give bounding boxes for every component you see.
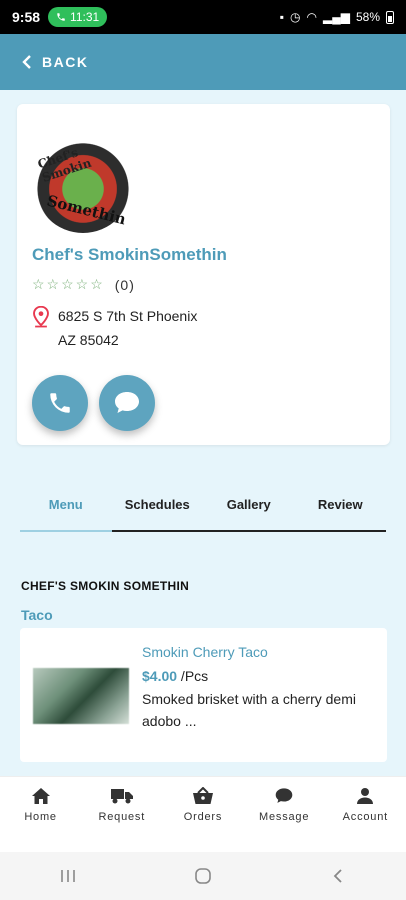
- nav-label: Account: [342, 811, 389, 823]
- notification-icon: ▪: [279, 10, 285, 24]
- price-unit: /Pcs: [177, 668, 209, 684]
- alarm-icon: ◷: [290, 10, 301, 24]
- phone-icon: [50, 393, 70, 413]
- message-button[interactable]: [99, 375, 155, 431]
- nav-home[interactable]: Home: [1, 787, 81, 823]
- wifi-icon: ◠: [306, 10, 317, 24]
- address-line-2: AZ 85042: [58, 332, 119, 348]
- tab-bar: Menu Schedules Gallery Review: [20, 488, 386, 532]
- battery-icon: [386, 10, 394, 24]
- call-button[interactable]: [32, 375, 88, 431]
- chat-bubble-icon: [115, 392, 139, 413]
- recent-apps-button[interactable]: [48, 861, 88, 891]
- chef-logo: Chef's Smokin Somethin: [34, 135, 132, 233]
- signal-icon: ▂▄▆: [323, 10, 350, 24]
- call-time: 11:31: [70, 10, 100, 24]
- rating: ☆☆☆☆☆ (0): [32, 276, 135, 293]
- system-nav-bar: [0, 852, 406, 900]
- tab-review[interactable]: Review: [295, 488, 387, 530]
- price-amount: $4.00: [142, 668, 178, 684]
- home-icon: [31, 788, 50, 804]
- location-pin-icon: [33, 306, 49, 328]
- address-line-1: 6825 S 7th St Phoenix: [58, 308, 198, 324]
- nav-orders[interactable]: Orders: [163, 787, 243, 823]
- system-back-button[interactable]: [318, 861, 358, 891]
- home-system-button[interactable]: [183, 861, 223, 891]
- nav-label: Request: [98, 811, 146, 823]
- chef-profile-card: Chef's Smokin Somethin Chef's SmokinSome…: [17, 104, 390, 445]
- nav-label: Message: [259, 811, 310, 823]
- back-button[interactable]: BACK: [22, 54, 88, 70]
- menu-section-title: CHEF'S SMOKIN SOMETHIN: [21, 579, 190, 593]
- status-icons: ▪ ◷ ◠ ▂▄▆ 58%: [280, 10, 394, 24]
- address: 6825 S 7th St Phoenix AZ 85042: [32, 304, 228, 352]
- nav-message[interactable]: Message: [244, 787, 324, 823]
- nav-request[interactable]: Request: [82, 787, 162, 823]
- status-time: 9:58: [12, 9, 41, 25]
- phone-call-icon: [57, 13, 65, 21]
- nav-label: Home: [24, 811, 57, 823]
- menu-item-image: [33, 668, 129, 724]
- menu-item-description: Smoked brisket with a cherry demi adobo …: [142, 691, 356, 729]
- menu-item-card[interactable]: Smokin Cherry Taco $4.00 /Pcs Smoked bri…: [20, 628, 387, 762]
- chat-icon: [275, 788, 293, 803]
- logo-text-top: Chef's Smokin: [35, 145, 94, 185]
- app-bar: BACK: [0, 34, 406, 90]
- menu-item-price: $4.00 /Pcs: [142, 668, 208, 684]
- truck-icon: [110, 789, 133, 804]
- home-circle-icon: [195, 868, 211, 884]
- tab-menu[interactable]: Menu: [20, 488, 112, 532]
- menu-category: Taco: [21, 607, 53, 623]
- bottom-nav: Home Request Orders Message Account: [0, 776, 406, 852]
- rating-count: (0): [114, 276, 135, 293]
- battery-percent: 58%: [355, 10, 380, 24]
- nav-label: Orders: [183, 811, 223, 823]
- chef-name: Chef's SmokinSomethin: [32, 245, 227, 264]
- basket-icon: [192, 787, 213, 804]
- nav-account[interactable]: Account: [325, 787, 405, 823]
- back-label: BACK: [42, 54, 89, 70]
- status-bar: 9:58 11:31 ▪ ◷ ◠ ▂▄▆ 58%: [0, 0, 406, 34]
- call-indicator[interactable]: 11:31: [48, 7, 108, 27]
- back-arrow-icon: [334, 869, 342, 883]
- menu-item-name: Smokin Cherry Taco: [142, 644, 268, 660]
- person-icon: [357, 788, 374, 804]
- recent-apps-icon: [60, 870, 75, 882]
- star-rating-icon: ☆☆☆☆☆: [32, 276, 105, 292]
- tab-schedules[interactable]: Schedules: [112, 488, 204, 530]
- logo-text-bottom: Somethin: [45, 191, 128, 229]
- chevron-left-icon: [22, 55, 31, 69]
- tab-gallery[interactable]: Gallery: [203, 488, 295, 530]
